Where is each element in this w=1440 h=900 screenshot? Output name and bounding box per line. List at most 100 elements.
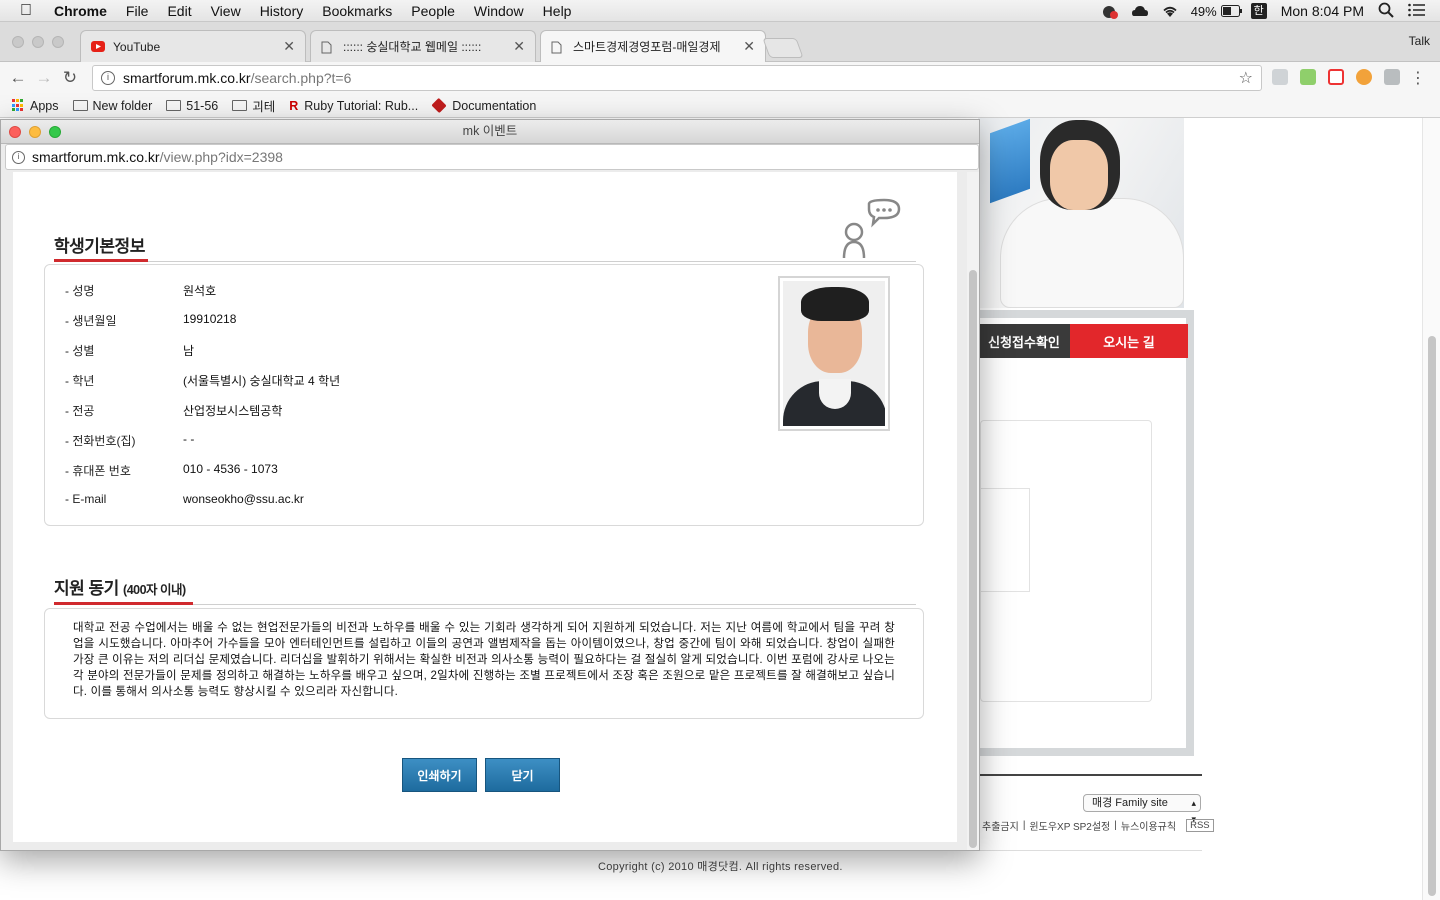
red-extension-icon[interactable] — [1328, 69, 1344, 85]
notification-app-icon[interactable] — [1101, 4, 1118, 19]
reload-icon[interactable]: ↻ — [57, 68, 83, 88]
close-tab-icon[interactable]: ✕ — [743, 38, 755, 55]
bookmark-apps[interactable]: Apps — [12, 99, 59, 113]
field-label: - 전화번호(집) — [65, 434, 136, 448]
new-tab-button[interactable] — [762, 38, 804, 58]
bookmark-label: Documentation — [452, 98, 537, 113]
page-scrollbar[interactable] — [1422, 118, 1440, 900]
menu-help[interactable]: Help — [543, 3, 572, 19]
apple-menu-icon[interactable]:  — [20, 0, 38, 22]
menu-bookmarks[interactable]: Bookmarks — [322, 3, 392, 19]
youtube-icon — [91, 40, 105, 53]
field-value: (서울특별시) 숭실대학교 4 학년 — [183, 374, 341, 388]
family-site-select[interactable]: 매경 Family site ▴ ▾ — [1083, 794, 1201, 824]
extensions-area — [1272, 69, 1400, 85]
menu-people[interactable]: People — [411, 3, 455, 19]
field-row-major: - 전공 산업정보시스템공학 — [65, 402, 282, 419]
bookmark-star-icon[interactable]: ☆ — [1239, 68, 1253, 88]
input-method-icon[interactable]: 한 — [1250, 3, 1267, 19]
green-extension-icon[interactable] — [1300, 69, 1316, 85]
address-bar[interactable]: i smartforum.mk.co.kr/search.php?t=6 ☆ — [92, 65, 1262, 91]
motivation-box: 대학교 전공 수업에서는 배울 수 없는 현업전문가들의 비전과 노하우를 배울… — [44, 608, 924, 719]
menu-view[interactable]: View — [211, 3, 241, 19]
id-photo — [778, 276, 890, 431]
ruby-gem-icon — [431, 97, 447, 114]
popup-title: mk 이벤트 — [462, 124, 518, 138]
rss-link[interactable]: RSS — [1186, 819, 1214, 832]
flame-extension-icon[interactable] — [1356, 69, 1372, 85]
footer-link[interactable]: 윈도우XP SP2설정 — [1029, 818, 1110, 833]
footer-rule — [980, 850, 1202, 851]
spotlight-icon[interactable] — [1378, 2, 1394, 21]
bookmark-label: 51-56 — [186, 98, 219, 113]
bookmark-documentation[interactable]: Documentation — [431, 97, 537, 114]
tab-youtube[interactable]: YouTube ✕ — [80, 30, 306, 62]
tab-smart-forum[interactable]: 스마트경제경영포럼-매일경제 ✕ — [540, 30, 766, 62]
popup-scrollbar[interactable] — [967, 172, 979, 850]
tab-application-confirm[interactable]: 신청접수확인 — [978, 324, 1070, 358]
menu-window[interactable]: Window — [474, 3, 524, 19]
folder-icon — [232, 100, 248, 111]
tab-directions[interactable]: 오시는 길 — [1070, 324, 1188, 358]
profile-button[interactable]: Talk — [1409, 34, 1430, 48]
browser-toolbar: ← → ↻ i smartforum.mk.co.kr/search.php?t… — [0, 62, 1440, 94]
popup-close-button[interactable] — [9, 126, 21, 138]
popup-title-bar[interactable]: mk 이벤트 — [1, 120, 979, 144]
bookmark-label: New folder — [92, 98, 153, 113]
notification-center-icon[interactable] — [1408, 3, 1426, 20]
bookmarks-bar: Apps New folder 51-56 괴테 R Ruby Tutorial:… — [0, 94, 1440, 118]
bookmark-51-56[interactable]: 51-56 — [166, 99, 218, 113]
wifi-icon[interactable] — [1161, 4, 1177, 18]
battery-percent: 49% — [1190, 3, 1217, 19]
close-tab-icon[interactable]: ✕ — [283, 38, 295, 55]
bookmark-new-folder[interactable]: New folder — [72, 98, 153, 113]
cloud-icon[interactable] — [1131, 4, 1148, 18]
apps-grid-icon — [12, 99, 25, 112]
field-value: wonseokho@ssu.ac.kr — [183, 492, 304, 506]
folder-icon — [72, 100, 88, 111]
bookmark-ruby-tutorial[interactable]: R Ruby Tutorial: Rub... — [289, 99, 418, 113]
bookmark-goethe[interactable]: 괴테 — [232, 96, 275, 115]
popup-window-controls — [9, 126, 61, 138]
popup-minimize-button[interactable] — [29, 126, 41, 138]
print-button[interactable]: 인쇄하기 — [402, 758, 477, 792]
gray-extension-icon[interactable] — [1384, 69, 1400, 85]
page-icon — [321, 41, 335, 53]
minimize-window-button[interactable] — [32, 36, 44, 48]
url-path: /search.php?t=6 — [250, 70, 352, 86]
zoom-window-button[interactable] — [52, 36, 64, 48]
banner-person-body — [1000, 198, 1184, 308]
chrome-menu-icon[interactable]: ⋮ — [1410, 68, 1426, 88]
field-row-home-phone: - 전화번호(집) - - — [65, 432, 194, 449]
bookmark-label: Ruby Tutorial: Rub... — [304, 98, 419, 113]
drive-extension-icon[interactable] — [1272, 69, 1288, 85]
menu-edit[interactable]: Edit — [167, 3, 191, 19]
menu-app-name[interactable]: Chrome — [54, 3, 107, 19]
menu-history[interactable]: History — [260, 3, 304, 19]
field-row-gender: - 성별 남 — [65, 342, 194, 359]
tab-ssu-webmail[interactable]: :::::: 숭실대학교 웹메일 :::::: ✕ — [310, 30, 536, 62]
section-underline — [54, 259, 148, 262]
bookmark-label: 괴테 — [252, 100, 276, 114]
site-info-icon[interactable]: i — [101, 71, 115, 85]
close-window-button[interactable] — [12, 36, 24, 48]
macos-menu-bar:  Chrome File Edit View History Bookmark… — [0, 0, 1440, 22]
footer-link[interactable]: 뉴스이용규칙 — [1121, 818, 1176, 833]
close-button[interactable]: 닫기 — [485, 758, 560, 792]
popup-url-bar[interactable]: i smartforum.mk.co.kr/view.php?idx=2398 — [5, 144, 979, 170]
battery-icon[interactable] — [1220, 4, 1242, 18]
motivation-text: 대학교 전공 수업에서는 배울 수 없는 현업전문가들의 비전과 노하우를 배울… — [73, 622, 895, 698]
popup-scrollbar-thumb[interactable] — [969, 270, 977, 848]
footer-link[interactable]: 추출금지 — [982, 818, 1019, 833]
clock[interactable]: Mon 8:04 PM — [1281, 3, 1364, 19]
menu-file[interactable]: File — [126, 3, 149, 19]
forward-arrow-icon[interactable]: → — [31, 68, 57, 88]
close-tab-icon[interactable]: ✕ — [513, 38, 525, 55]
page-scrollbar-thumb[interactable] — [1428, 336, 1436, 896]
field-value: 원석호 — [183, 284, 217, 298]
back-arrow-icon[interactable]: ← — [5, 68, 31, 88]
motivation-limit-note: (400자 이내) — [123, 583, 186, 597]
site-info-icon[interactable]: i — [12, 150, 25, 164]
motivation-title: 지원 동기 — [54, 579, 119, 598]
popup-zoom-button[interactable] — [49, 126, 61, 138]
